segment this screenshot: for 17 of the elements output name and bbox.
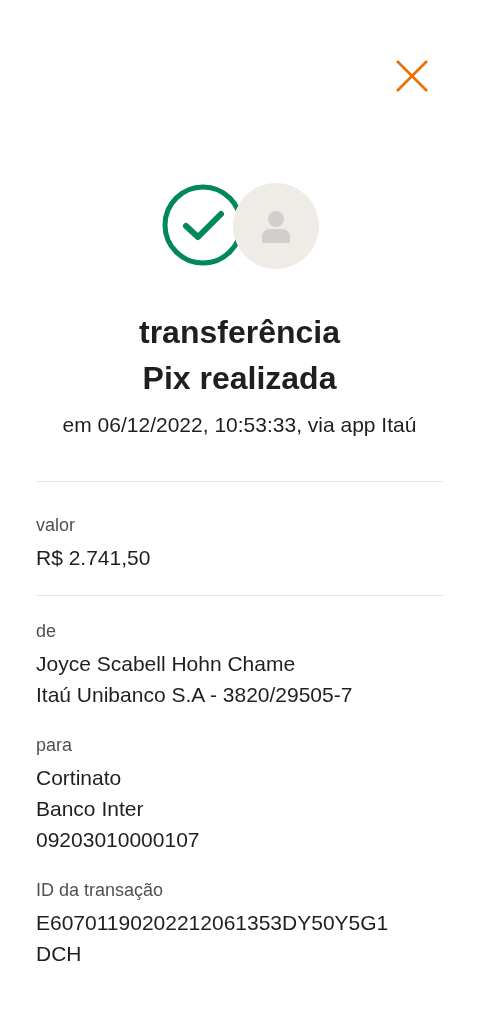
field-value: Itaú Unibanco S.A - 3820/29505-7 [36,682,353,708]
field-value: Cortinato [36,765,122,791]
field-label: de [36,620,58,643]
field-value: DCH [36,941,82,967]
page-title: transferência [139,313,340,352]
field-value: E60701190202212061353DY50Y5G1 [36,910,389,936]
transfer-date: em 06/12/2022, 10:53:33, via app Itaú [61,413,418,437]
amount-value: R$ 2.741,50 [36,545,151,571]
close-button[interactable] [395,59,429,93]
field-label: para [36,734,74,757]
field-label: valor [36,514,76,537]
field-value: Banco Inter [36,796,144,822]
field-value: Joyce Scabell Hohn Chame [36,651,296,677]
avatar-icon [232,183,319,269]
page-title: Pix realizada [142,359,337,398]
field-value: 09203010000107 [36,827,200,853]
field-label: ID da transação [36,879,165,902]
